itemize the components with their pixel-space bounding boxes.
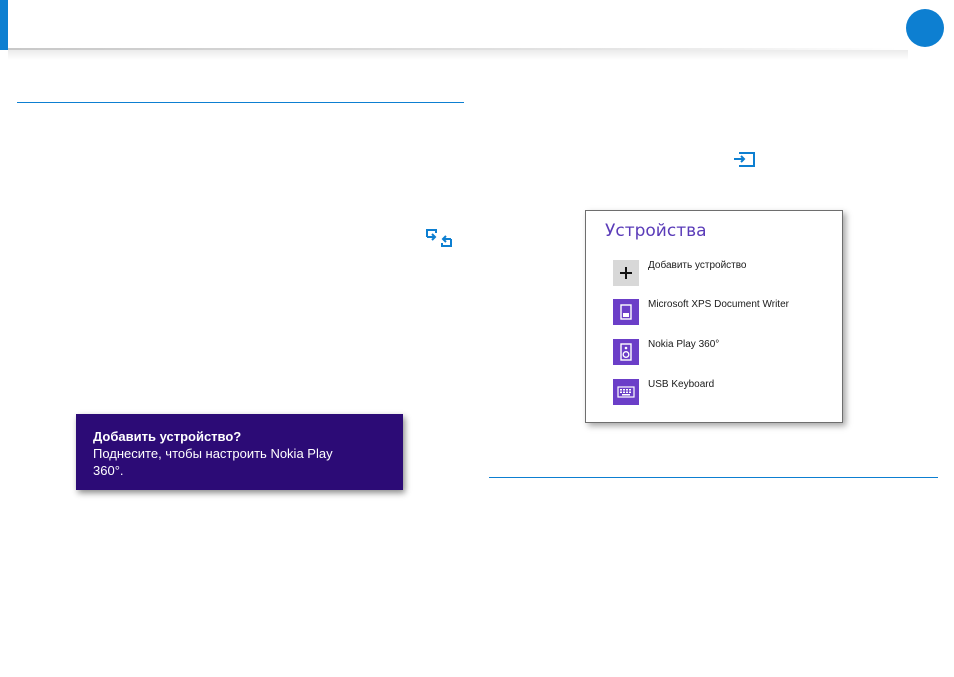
- printer-icon: [613, 299, 639, 325]
- device-item-label: Добавить устройство: [648, 260, 747, 271]
- toast-title: Добавить устройство?: [93, 429, 242, 444]
- device-item-add[interactable]: Добавить устройство: [613, 260, 833, 286]
- device-item-nokia-play[interactable]: Nokia Play 360°: [613, 339, 833, 365]
- keyboard-icon: [613, 379, 639, 405]
- device-item-usb-keyboard[interactable]: USB Keyboard: [613, 379, 833, 405]
- plus-icon: [613, 260, 639, 286]
- devices-charm-icon: [734, 152, 755, 167]
- devices-panel-title: Устройства: [605, 221, 707, 241]
- device-item-label: Microsoft XPS Document Writer: [648, 299, 789, 310]
- toast-body: Поднесите, чтобы настроить Nokia Play 36…: [93, 446, 333, 478]
- add-device-toast[interactable]: Добавить устройство? Поднесите, чтобы на…: [76, 414, 403, 490]
- page-marker-icon: [906, 9, 944, 47]
- header-accent-bar: [0, 0, 8, 50]
- device-item-label: USB Keyboard: [648, 379, 715, 390]
- speaker-icon: [613, 339, 639, 365]
- header-shadow: [8, 50, 908, 60]
- section-rule-left: [17, 102, 464, 103]
- device-item-label: Nokia Play 360°: [648, 339, 720, 350]
- section-rule-right: [489, 477, 938, 478]
- device-item-xps-writer[interactable]: Microsoft XPS Document Writer: [613, 299, 833, 325]
- devices-panel: Устройства Добавить устройство Microsoft…: [585, 210, 843, 423]
- connect-devices-icon: [426, 229, 452, 247]
